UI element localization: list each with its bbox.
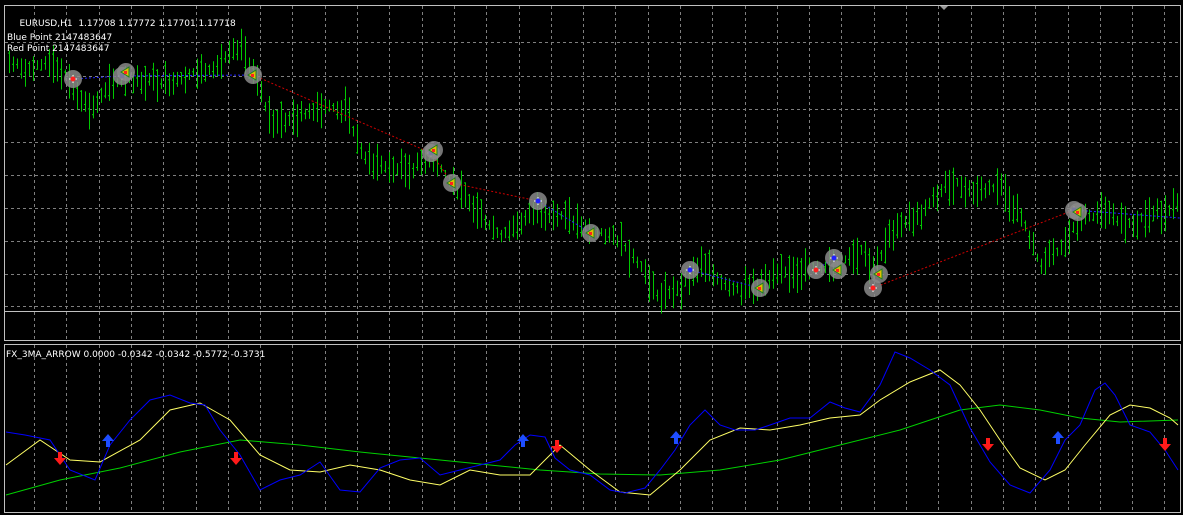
red-down-arrow-icon (1159, 438, 1171, 451)
main-pane-frame (4, 5, 1181, 341)
marker-dot-icon (687, 267, 693, 273)
marker-dot-icon (535, 198, 541, 204)
marker-dot-icon (870, 285, 876, 291)
zigzag-line (451, 182, 539, 202)
marker-dot-icon (758, 287, 761, 290)
marker-dot-icon (831, 255, 837, 261)
blue-up-arrow-icon (102, 434, 114, 447)
marker-dot-icon (70, 76, 76, 82)
blue-up-arrow-icon (517, 434, 529, 447)
red-down-arrow-icon (551, 440, 563, 453)
marker-dot-icon (251, 74, 254, 77)
symbol-label: EURUSD,H1 (19, 19, 73, 29)
marker-dot-icon (836, 269, 839, 272)
blue-point-label: Blue Point 2147483647 (7, 33, 113, 43)
chart-canvas[interactable] (0, 0, 1183, 515)
marker-dot-icon (124, 71, 127, 74)
chart-shift-icon (940, 6, 948, 10)
marker-dot-icon (450, 182, 453, 185)
marker-dot-icon (1076, 211, 1079, 214)
red-down-arrow-icon (982, 438, 994, 451)
red-down-arrow-icon (54, 452, 66, 465)
zigzag-line (872, 209, 1075, 289)
blue-up-arrow-icon (1052, 431, 1064, 444)
marker-dot-icon (813, 267, 819, 273)
zigzag-line (252, 74, 432, 154)
ma-slow-line (5, 404, 1179, 496)
marker-dot-icon (589, 232, 592, 235)
marker-dot-icon (877, 273, 880, 276)
chart-window[interactable]: EURUSD,H1 1.17708 1.17772 1.17701 1.1771… (0, 0, 1183, 515)
red-down-arrow-icon (230, 452, 242, 465)
red-point-label: Red Point 2147483647 (7, 44, 110, 54)
marker-dot-icon (432, 149, 435, 152)
indicator-label: FX_3MA_ARROW 0.0000 -0.0342 -0.0342 -0.5… (6, 350, 266, 360)
indicator-pane-frame (4, 344, 1181, 513)
ohlc-values: 1.17708 1.17772 1.17701 1.17718 (78, 19, 236, 29)
